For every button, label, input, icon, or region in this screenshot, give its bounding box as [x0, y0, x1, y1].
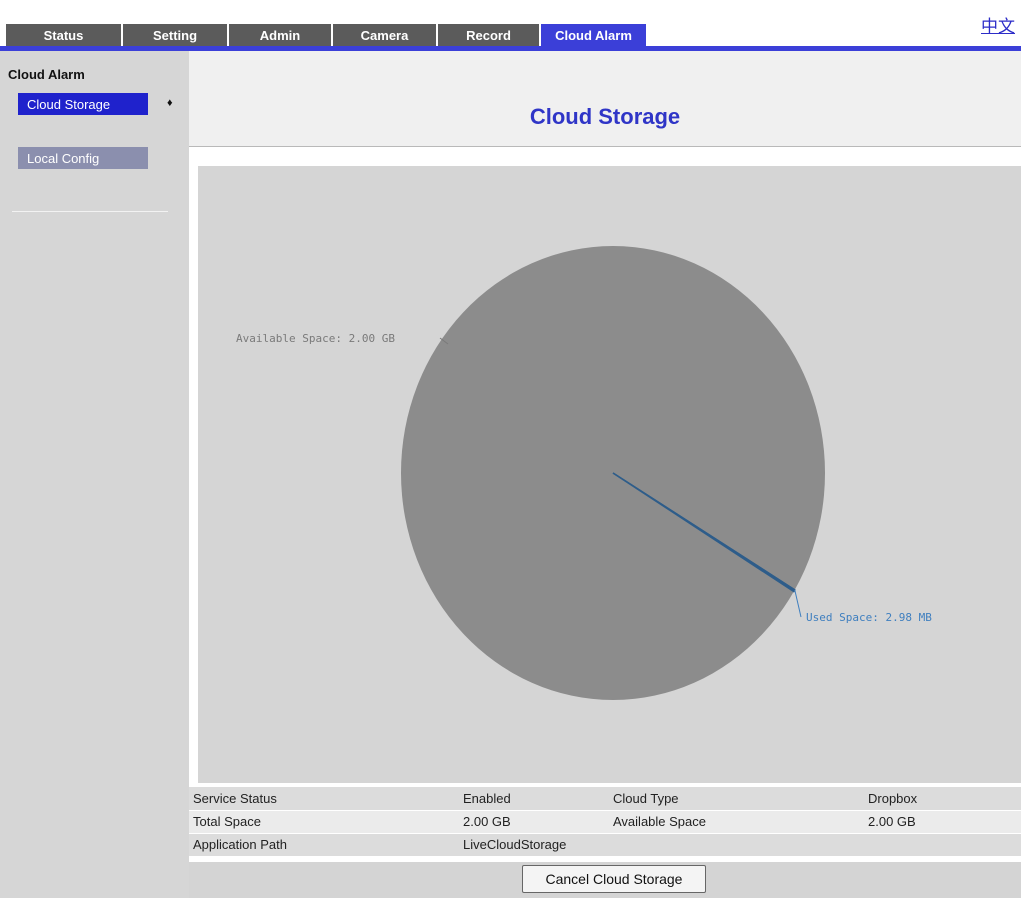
main-content: Cloud Storage Available Space: 2.00 GB Us… [189, 51, 1021, 898]
sidebar-item-label: Cloud Storage [27, 96, 111, 112]
sidebar-item-local-config[interactable]: Local Config [18, 147, 148, 169]
info-value [864, 833, 1021, 856]
info-label: Total Space [189, 810, 459, 833]
info-value: 2.00 GB [459, 810, 609, 833]
selected-diamond-icon: ♦ [167, 97, 173, 109]
used-space-label: Used Space: 2.98 MB [806, 611, 932, 624]
sidebar: Cloud Alarm Cloud Storage ♦ Local Config [0, 51, 189, 898]
storage-chart-panel: Available Space: 2.00 GB Used Space: 2.98… [198, 166, 1021, 783]
sidebar-item-cloud-storage[interactable]: Cloud Storage [18, 93, 148, 115]
sidebar-title: Cloud Alarm [8, 67, 85, 82]
tab-camera[interactable]: Camera [333, 24, 437, 47]
table-row: Total Space 2.00 GB Available Space 2.00 GB [189, 810, 1021, 833]
tab-admin[interactable]: Admin [229, 24, 332, 47]
pie-label-leader [794, 589, 802, 618]
table-row: Application Path LiveCloudStorage [189, 833, 1021, 856]
tab-status[interactable]: Status [6, 24, 122, 47]
storage-info-table: Service Status Enabled Cloud Type Dropbox To… [189, 787, 1021, 857]
info-value: 2.00 GB [864, 810, 1021, 833]
info-label: Cloud Type [609, 787, 864, 810]
info-label: Service Status [189, 787, 459, 810]
sidebar-item-label: Local Config [27, 150, 100, 166]
info-label: Available Space [609, 810, 864, 833]
info-label: Application Path [189, 833, 459, 856]
page-title: Cloud Storage [529, 104, 681, 129]
cancel-cloud-storage-button[interactable]: Cancel Cloud Storage [522, 865, 706, 893]
language-switch-link[interactable]: 中文 [981, 12, 1015, 37]
available-space-label: Available Space: 2.00 GB [236, 332, 395, 345]
top-tab-bar: Status Setting Admin Camera Record Cloud… [0, 0, 1021, 51]
storage-pie-chart: Available Space: 2.00 GB Used Space: 2.98… [236, 246, 932, 700]
actions-row: Cancel Cloud Storage [189, 862, 1021, 898]
info-value: LiveCloudStorage [459, 833, 609, 856]
table-row: Service Status Enabled Cloud Type Dropbox [189, 787, 1021, 810]
info-value: Dropbox [864, 787, 1021, 810]
page-header: Cloud Storage [189, 51, 1021, 147]
sidebar-divider [12, 211, 168, 212]
tab-setting[interactable]: Setting [123, 24, 228, 47]
tab-record[interactable]: Record [438, 24, 540, 47]
tab-cloud-alarm[interactable]: Cloud Alarm [541, 24, 647, 47]
info-label [609, 833, 864, 856]
info-value: Enabled [459, 787, 609, 810]
